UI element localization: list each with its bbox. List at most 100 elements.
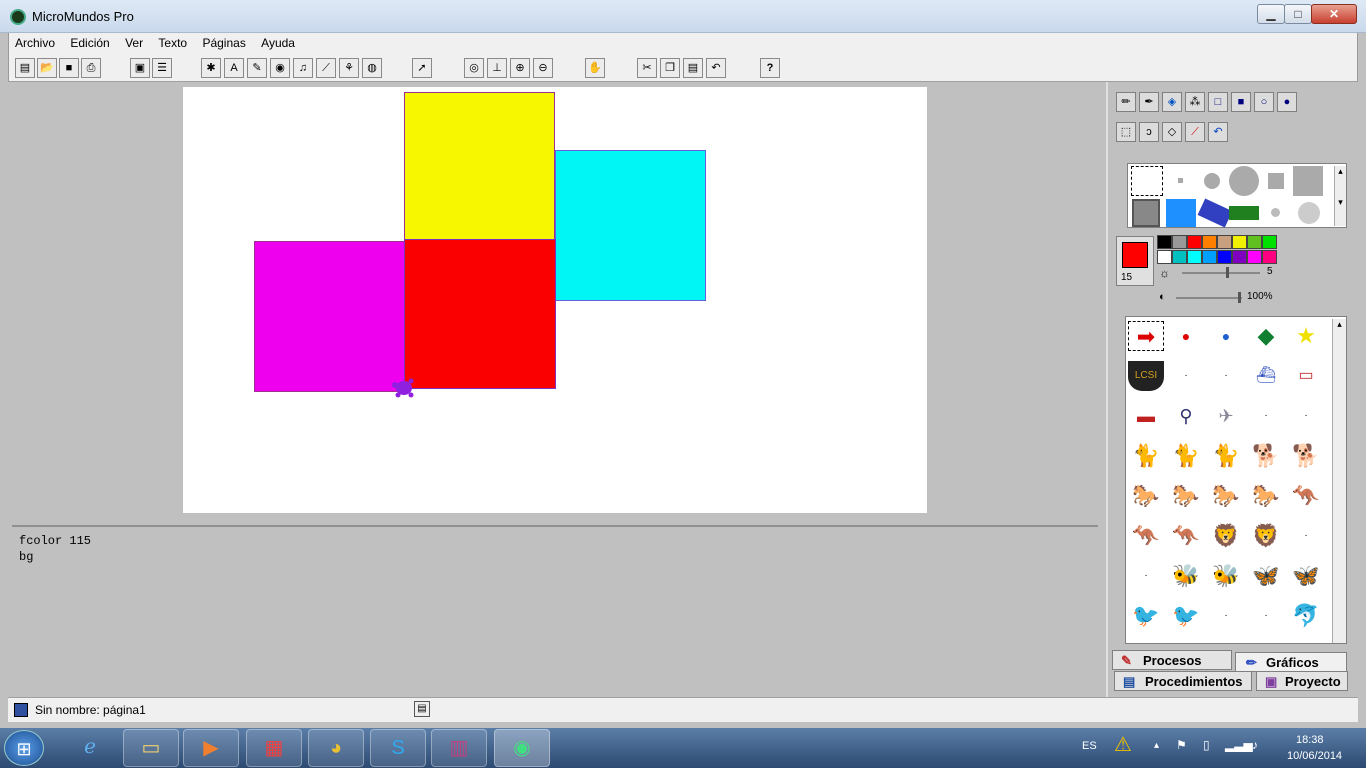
- shape-cat[interactable]: 🐈: [1128, 441, 1164, 471]
- brush-empty[interactable]: [1131, 166, 1163, 196]
- shape-lion[interactable]: 🦁: [1248, 521, 1284, 551]
- web-icon[interactable]: ◍: [362, 58, 382, 78]
- command-center[interactable]: fcolor 115 bg: [12, 525, 1098, 695]
- save-icon[interactable]: ■: [59, 58, 79, 78]
- shape-red-ball[interactable]: ●: [1168, 321, 1204, 351]
- movie-icon[interactable]: ⚘: [339, 58, 359, 78]
- palette-swatch[interactable]: [1187, 235, 1202, 249]
- palette-swatch[interactable]: [1202, 235, 1217, 249]
- pencil-icon[interactable]: ✏: [1116, 92, 1136, 112]
- command-line[interactable]: bg: [12, 549, 1098, 565]
- menu-texto[interactable]: Texto: [152, 33, 193, 53]
- paint-icon[interactable]: ✎: [247, 58, 267, 78]
- filled-rect-icon[interactable]: ■: [1231, 92, 1251, 112]
- shape-horse[interactable]: 🐎: [1128, 481, 1164, 511]
- minimize-button[interactable]: ▁: [1257, 4, 1285, 24]
- shape-cat[interactable]: 🐈: [1168, 441, 1204, 471]
- page-canvas[interactable]: [183, 87, 927, 513]
- shape-horse[interactable]: 🐎: [1208, 481, 1244, 511]
- menu-archivo[interactable]: Archivo: [9, 33, 61, 53]
- shape-dot[interactable]: ·: [1208, 361, 1244, 391]
- palette-swatch[interactable]: [1172, 235, 1187, 249]
- brush-small-round[interactable]: [1204, 173, 1220, 189]
- shape-kangaroo[interactable]: 🦘: [1168, 521, 1204, 551]
- palette-swatch[interactable]: [1262, 235, 1277, 249]
- shape-bus[interactable]: ▭: [1288, 361, 1324, 391]
- opacity-slider[interactable]: [1176, 292, 1242, 303]
- turtle-icon[interactable]: ✱: [201, 58, 221, 78]
- brush-texture-ribbon[interactable]: [1197, 198, 1233, 228]
- page-icon[interactable]: ▣: [130, 58, 150, 78]
- text-box-icon[interactable]: A: [224, 58, 244, 78]
- shape-lion[interactable]: 🦁: [1208, 521, 1244, 551]
- menu-edicion[interactable]: Edición: [64, 33, 115, 53]
- tab-graficos[interactable]: ✏ Gráficos: [1235, 652, 1347, 672]
- open-icon[interactable]: 📂: [37, 58, 57, 78]
- shape-butterfly[interactable]: 🦋: [1248, 561, 1284, 591]
- brush-texture-grass[interactable]: [1229, 206, 1259, 220]
- file-explorer-icon[interactable]: ▭: [123, 729, 179, 767]
- shape-blue-ball[interactable]: ●: [1208, 321, 1244, 351]
- shape-arrow[interactable]: ➡: [1128, 321, 1164, 351]
- palette-swatch[interactable]: [1172, 250, 1187, 264]
- print-icon[interactable]: ⎙: [81, 58, 101, 78]
- media-player-icon[interactable]: ▶: [183, 729, 239, 767]
- paste-icon[interactable]: ▤: [683, 58, 703, 78]
- tab-procedimientos[interactable]: ▤ Procedimientos: [1114, 671, 1252, 691]
- undo-icon[interactable]: ↶: [706, 58, 726, 78]
- chrome-icon[interactable]: ◕: [308, 729, 364, 767]
- palette-swatch[interactable]: [1217, 235, 1232, 249]
- filled-circle-icon[interactable]: ●: [1277, 92, 1297, 112]
- tab-procesos[interactable]: ✎ Procesos: [1112, 650, 1232, 670]
- shapes-gallery[interactable]: ➡ ● ● ◆ ★ LCSI · · ⛴ ▭ ▬ ⚲ ✈ · · 🐈 🐈 🐈 🐕…: [1125, 316, 1347, 644]
- fill-bucket-icon[interactable]: ◈: [1162, 92, 1182, 112]
- color-palette[interactable]: [1157, 235, 1277, 265]
- slider-icon[interactable]: ⟋: [316, 58, 336, 78]
- brush-texture-stone[interactable]: [1132, 199, 1160, 227]
- clock-date[interactable]: 10/06/2014: [1287, 750, 1342, 762]
- close-button[interactable]: ✕: [1311, 4, 1357, 24]
- palette-swatch[interactable]: [1202, 250, 1217, 264]
- music-icon[interactable]: ♫: [293, 58, 313, 78]
- shape-dot[interactable]: ·: [1288, 401, 1324, 431]
- warning-icon[interactable]: ⚠: [1114, 732, 1132, 757]
- spray-icon[interactable]: ⁂: [1185, 92, 1205, 112]
- brush-scrollbar[interactable]: ▴ ▾: [1334, 166, 1346, 226]
- shape-kangaroo[interactable]: 🦘: [1288, 481, 1324, 511]
- palette-swatch[interactable]: [1247, 250, 1262, 264]
- lasso-icon[interactable]: ↄ: [1139, 122, 1159, 142]
- tab-proyecto[interactable]: ▣ Proyecto: [1256, 671, 1348, 691]
- shape-dalmatian[interactable]: 🐕: [1248, 441, 1284, 471]
- shape-dot[interactable]: ·: [1288, 521, 1324, 551]
- note-icon[interactable]: ▤: [414, 701, 430, 717]
- eye-icon[interactable]: ◎: [464, 58, 484, 78]
- shape-star[interactable]: ★: [1288, 321, 1324, 351]
- brush-small-square[interactable]: [1268, 173, 1284, 189]
- shape-dot[interactable]: ·: [1128, 561, 1164, 591]
- palette-swatch[interactable]: [1187, 250, 1202, 264]
- shape-dot[interactable]: ·: [1248, 601, 1284, 631]
- shape-horse[interactable]: 🐎: [1168, 481, 1204, 511]
- palette-swatch[interactable]: [1157, 235, 1172, 249]
- flag-icon[interactable]: ⚑: [1176, 738, 1187, 752]
- language-indicator[interactable]: ES: [1082, 740, 1097, 752]
- select-icon[interactable]: ⬚: [1116, 122, 1136, 142]
- network-icon[interactable]: ▂▃▅: [1225, 738, 1253, 752]
- palette-swatch[interactable]: [1247, 235, 1262, 249]
- skype-icon[interactable]: S: [370, 729, 426, 767]
- zoom-out-icon[interactable]: ⊖: [533, 58, 553, 78]
- help-icon[interactable]: ?: [760, 58, 780, 78]
- pointer-icon[interactable]: ➚: [412, 58, 432, 78]
- shape-hummingbird[interactable]: 🐦: [1168, 601, 1204, 631]
- pen-icon[interactable]: ✒: [1139, 92, 1159, 112]
- micromundos-icon[interactable]: ◉: [494, 729, 550, 767]
- shape-horse[interactable]: 🐎: [1248, 481, 1284, 511]
- palette-swatch[interactable]: [1157, 250, 1172, 264]
- turtle-icon[interactable]: [391, 377, 417, 399]
- menu-ayuda[interactable]: Ayuda: [255, 33, 301, 53]
- internet-explorer-icon[interactable]: ℯ: [62, 729, 118, 767]
- outline-circle-icon[interactable]: ○: [1254, 92, 1274, 112]
- shape-green-gem[interactable]: ◆: [1248, 321, 1284, 351]
- palette-swatch[interactable]: [1217, 250, 1232, 264]
- page-list-icon[interactable]: ☰: [152, 58, 172, 78]
